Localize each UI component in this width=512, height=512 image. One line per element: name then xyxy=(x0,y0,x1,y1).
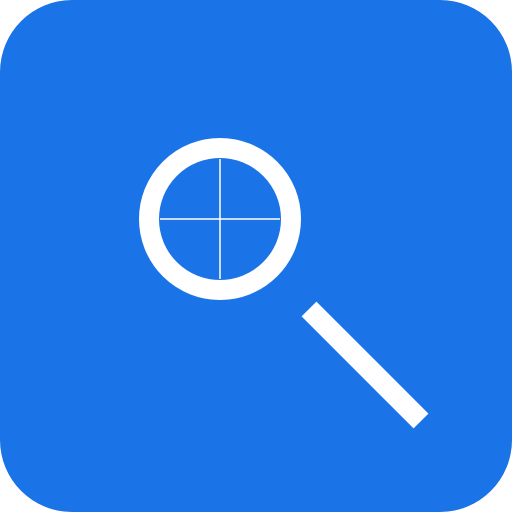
app-icon-background xyxy=(0,0,512,512)
magnifier-handle xyxy=(301,301,429,429)
magnifier-icon xyxy=(139,138,429,429)
